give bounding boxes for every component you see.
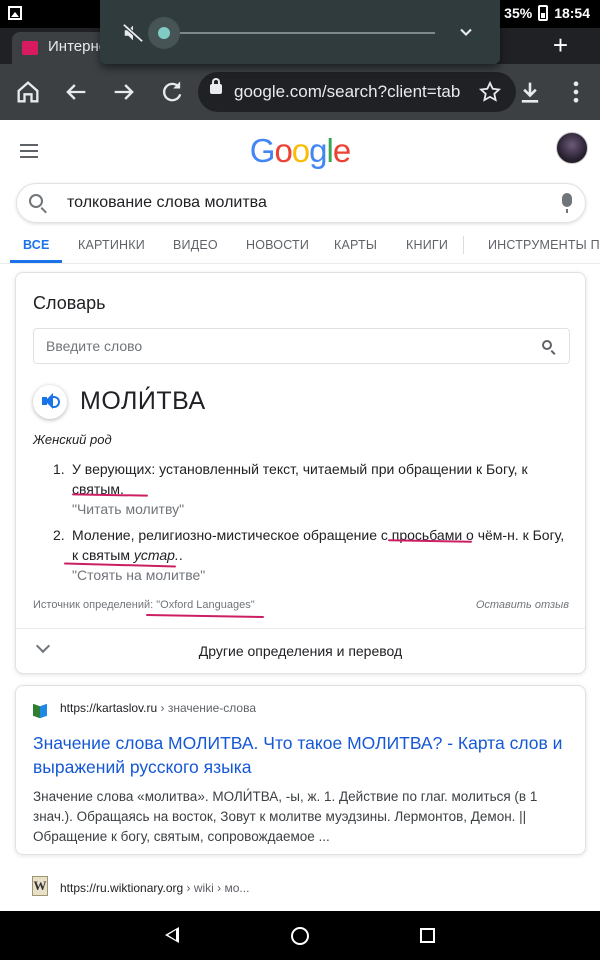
tab-all[interactable]: ВСЕ bbox=[23, 238, 50, 252]
search-tabs: ВСЕ КАРТИНКИ ВИДЕО НОВОСТИ КАРТЫ КНИГИ И… bbox=[0, 226, 600, 264]
result-breadcrumb[interactable]: › значение-слова bbox=[157, 701, 256, 715]
google-logo[interactable]: Google bbox=[0, 132, 600, 170]
new-tab-plus-icon[interactable]: + bbox=[553, 30, 568, 61]
volume-slider-thumb[interactable] bbox=[148, 17, 180, 49]
feedback-link[interactable]: Оставить отзыв bbox=[476, 599, 569, 611]
search-icon[interactable] bbox=[29, 194, 43, 208]
source-attribution: Источник определений: "Oxford Languages" bbox=[33, 599, 255, 611]
definition-text: У верующих: установленный текст, читаемы… bbox=[72, 461, 528, 477]
book-favicon-icon bbox=[33, 702, 47, 719]
result-snippet: Значение слова «молитва». МОЛИ́ТВА, -ы, … bbox=[33, 789, 538, 844]
result-site[interactable]: https://kartaslov.ru bbox=[60, 701, 157, 715]
tab-images[interactable]: КАРТИНКИ bbox=[78, 238, 145, 252]
refresh-icon[interactable] bbox=[158, 78, 186, 106]
result-url[interactable]: https://ru.wiktionary.org › wiki › мо... bbox=[60, 881, 249, 895]
definition-text: Моление, религиозно-мистическое обращени… bbox=[72, 527, 565, 543]
address-bar[interactable]: google.com/search?client=tab bbox=[198, 72, 516, 112]
star-icon[interactable] bbox=[478, 80, 502, 104]
recents-square-icon[interactable] bbox=[420, 928, 435, 943]
volume-off-icon[interactable] bbox=[122, 22, 144, 44]
clock: 18:54 bbox=[554, 5, 590, 21]
volume-panel bbox=[100, 0, 500, 64]
search-icon[interactable] bbox=[542, 340, 552, 350]
tab-books[interactable]: КНИГИ bbox=[406, 238, 448, 252]
logo-letter: g bbox=[309, 132, 327, 169]
source-label: Источник определений: bbox=[33, 599, 157, 611]
result-url[interactable]: https://kartaslov.ru › значение-слова bbox=[60, 701, 256, 715]
browser-toolbar: google.com/search?client=tab bbox=[0, 64, 600, 120]
search-result: https://kartaslov.ru › значение-слова Зн… bbox=[15, 685, 586, 855]
result-site[interactable]: https://ru.wiktionary.org bbox=[60, 881, 183, 895]
definition-number: 1. bbox=[53, 461, 65, 477]
tab-favicon-icon bbox=[22, 41, 38, 55]
tab-news[interactable]: НОВОСТИ bbox=[246, 238, 309, 252]
battery-icon bbox=[538, 5, 549, 21]
tab-title: Интерне bbox=[48, 38, 108, 55]
avatar[interactable] bbox=[556, 132, 588, 164]
definition-example: "Стоять на молитве" bbox=[72, 567, 206, 583]
url-text[interactable]: google.com/search?client=tab bbox=[234, 82, 470, 102]
definition-number: 2. bbox=[53, 527, 65, 543]
search-input[interactable]: толкование слова молитва bbox=[67, 194, 267, 212]
home-circle-icon[interactable] bbox=[291, 927, 309, 945]
search-box[interactable]: толкование слова молитва bbox=[16, 183, 586, 223]
result-title-link[interactable]: Значение слова МОЛИТВА. Что такое МОЛИТВ… bbox=[33, 731, 573, 779]
lock-icon bbox=[210, 78, 222, 94]
tab-tools[interactable]: ИНСТРУМЕНТЫ ПО bbox=[488, 238, 600, 252]
dictionary-title: Словарь bbox=[33, 293, 106, 313]
result-breadcrumb[interactable]: › wiki › мо... bbox=[183, 881, 250, 895]
definition-text-cont: к святым устар.. bbox=[72, 545, 572, 565]
more-definitions-label: Другие определения и перевод bbox=[198, 643, 403, 659]
tab-maps[interactable]: КАРТЫ bbox=[334, 238, 377, 252]
headword: МОЛИ́ТВА bbox=[80, 387, 206, 415]
wiktionary-favicon-icon: W bbox=[32, 876, 48, 896]
gallery-notification-icon bbox=[8, 6, 22, 20]
logo-letter: o bbox=[274, 132, 292, 169]
download-icon[interactable] bbox=[516, 78, 544, 106]
logo-letter: o bbox=[291, 132, 310, 169]
volume-slider-track[interactable] bbox=[180, 32, 435, 34]
logo-letter: e bbox=[332, 132, 351, 169]
chevron-down-icon[interactable] bbox=[456, 22, 476, 42]
source-name[interactable]: "Oxford Languages" bbox=[156, 599, 254, 611]
microphone-icon[interactable] bbox=[562, 193, 572, 213]
dictionary-card: Словарь Введите слово МОЛИ́ТВА Женский р… bbox=[15, 272, 586, 674]
definition-example: "Читать молитву" bbox=[72, 501, 185, 517]
status-right: 35% 18:54 bbox=[504, 5, 590, 21]
logo-letter: G bbox=[249, 132, 276, 169]
tab-separator bbox=[463, 236, 464, 254]
tab-video[interactable]: ВИДЕО bbox=[173, 238, 218, 252]
definition-text-part: к святым bbox=[72, 547, 134, 563]
home-icon[interactable] bbox=[14, 78, 42, 106]
more-definitions-button[interactable]: Другие определения и перевод bbox=[16, 628, 585, 673]
dictionary-input-placeholder[interactable]: Введите слово bbox=[46, 338, 142, 354]
battery-percent: 35% bbox=[504, 5, 533, 21]
speaker-icon[interactable] bbox=[33, 385, 67, 419]
system-nav-bar bbox=[0, 911, 600, 960]
more-vert-icon[interactable] bbox=[562, 78, 590, 106]
active-tab-indicator bbox=[10, 260, 62, 263]
usage-label: устар. bbox=[133, 547, 179, 563]
back-triangle-icon[interactable] bbox=[165, 927, 179, 943]
forward-arrow-icon[interactable] bbox=[110, 78, 138, 106]
google-header: Google bbox=[0, 120, 600, 180]
part-of-speech: Женский род bbox=[33, 432, 112, 447]
definition-text-end: . bbox=[178, 547, 183, 563]
back-arrow-icon[interactable] bbox=[62, 78, 90, 106]
dictionary-search-field[interactable]: Введите слово bbox=[33, 328, 570, 364]
